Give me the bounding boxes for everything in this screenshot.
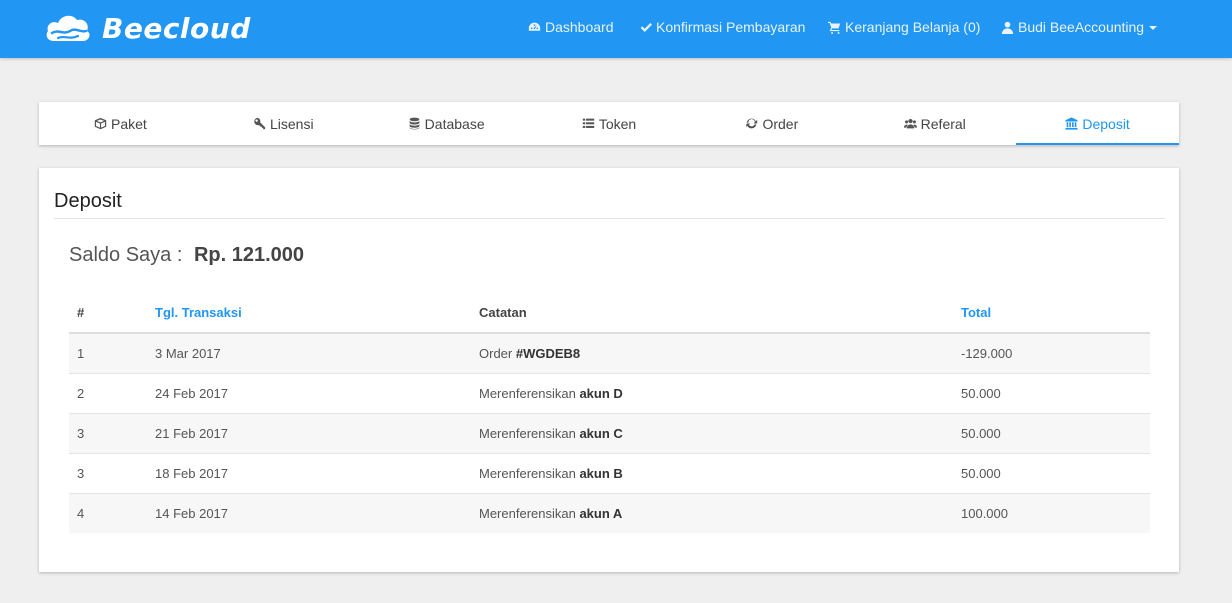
cell-date: 3 Mar 2017	[147, 333, 471, 373]
user-icon	[1001, 21, 1014, 34]
tab-deposit-label: Deposit	[1082, 115, 1130, 132]
chevron-down-icon	[1149, 26, 1158, 30]
cart-icon	[828, 21, 841, 34]
cube-icon	[94, 117, 107, 130]
nav-dashboard-label: Dashboard	[545, 19, 614, 35]
nav-dashboard[interactable]: Dashboard	[528, 19, 614, 35]
tab-paket[interactable]: Paket	[39, 102, 202, 145]
note-text: Merenferensikan	[479, 465, 580, 481]
brand-name: Beecloud	[102, 11, 251, 45]
saldo-summary: Saldo Saya : Rp. 121.000	[69, 244, 304, 267]
saldo-amount: Rp. 121.000	[193, 244, 305, 266]
note-bold: akun A	[579, 505, 623, 521]
column-header-tgl-transaksi[interactable]: Tgl. Transaksi	[147, 293, 471, 334]
nav-keranjang-belanja[interactable]: Keranjang Belanja (0)	[828, 19, 980, 35]
tab-order-label: Order	[762, 115, 799, 132]
table-row: 2 24 Feb 2017 Merenferensikan akun D 50.…	[69, 372, 1150, 413]
deposit-table: # Tgl. Transaksi Catatan Total 1 3 Mar 2…	[69, 293, 1150, 533]
tab-referal-label: Referal	[920, 115, 966, 132]
cell-date: 18 Feb 2017	[147, 452, 471, 493]
cell-number: 1	[69, 333, 147, 373]
note-text: Merenferensikan	[479, 425, 580, 441]
nav-keranjang-label: Keranjang Belanja (0)	[845, 19, 981, 35]
tab-deposit[interactable]: Deposit	[1016, 102, 1179, 145]
refresh-icon	[746, 118, 758, 129]
note-text: Order	[479, 345, 516, 361]
cell-total: 100.000	[953, 492, 1150, 533]
tab-database-label: Database	[424, 115, 485, 132]
table-header-row: # Tgl. Transaksi Catatan Total	[69, 293, 1150, 334]
note-bold: #WGDEB8	[515, 345, 581, 361]
cloud-logo-icon	[46, 15, 90, 41]
cell-number: 3	[69, 452, 147, 493]
tab-token[interactable]: Token	[528, 102, 691, 145]
key-icon	[254, 117, 266, 130]
tab-paket-label: Paket	[111, 115, 147, 132]
dashboard-icon	[528, 22, 541, 31]
cell-number: 2	[69, 372, 147, 413]
bank-icon	[1065, 117, 1078, 130]
page-title: Deposit	[54, 190, 122, 212]
tab-referal[interactable]: Referal	[853, 102, 1016, 145]
cell-note: Order #WGDEB8	[471, 333, 953, 373]
nav-user-label: Budi BeeAccounting	[1018, 19, 1145, 35]
tab-token-label: Token	[598, 115, 637, 132]
cell-date: 14 Feb 2017	[147, 492, 471, 533]
tab-lisensi-label: Lisensi	[269, 115, 314, 132]
note-bold: akun C	[579, 425, 623, 441]
database-icon	[409, 117, 420, 130]
note-text: Merenferensikan	[479, 505, 580, 521]
cell-note: Merenferensikan akun A	[471, 492, 953, 533]
saldo-label: Saldo Saya :	[69, 244, 183, 266]
cell-total: 50.000	[953, 372, 1150, 413]
cell-total: -129.000	[953, 333, 1150, 373]
check-icon	[640, 22, 652, 32]
deposit-panel: Deposit Saldo Saya : Rp. 121.000 # Tgl. …	[39, 168, 1179, 572]
cell-number: 3	[69, 412, 147, 453]
cell-note: Merenferensikan akun B	[471, 452, 953, 493]
note-text: Merenferensikan	[479, 385, 580, 401]
cell-note: Merenferensikan akun D	[471, 372, 953, 413]
nav-user-menu[interactable]: Budi BeeAccounting	[1001, 19, 1158, 35]
title-divider	[54, 218, 1165, 219]
note-bold: akun D	[579, 385, 623, 401]
users-icon	[903, 118, 917, 129]
top-navbar: Beecloud Dashboard Konfirmasi Pembayaran…	[0, 0, 1232, 58]
nav-konfirmasi-pembayaran[interactable]: Konfirmasi Pembayaran	[639, 19, 805, 35]
cell-number: 4	[69, 492, 147, 533]
table-row: 3 21 Feb 2017 Merenferensikan akun C 50.…	[69, 412, 1150, 453]
cell-total: 50.000	[953, 452, 1150, 493]
table-row: 4 14 Feb 2017 Merenferensikan akun A 100…	[69, 492, 1150, 533]
column-header-number: #	[69, 293, 147, 334]
note-bold: akun B	[579, 465, 623, 481]
cell-date: 24 Feb 2017	[147, 372, 471, 413]
table-row: 1 3 Mar 2017 Order #WGDEB8 -129.000	[69, 333, 1150, 373]
cell-date: 21 Feb 2017	[147, 412, 471, 453]
list-icon	[582, 118, 595, 128]
table-row: 3 18 Feb 2017 Merenferensikan akun B 50.…	[69, 452, 1150, 493]
nav-konfirmasi-label: Konfirmasi Pembayaran	[656, 19, 806, 35]
brand-logo[interactable]: Beecloud	[44, 8, 251, 48]
cell-total: 50.000	[953, 412, 1150, 453]
column-header-total[interactable]: Total	[953, 293, 1150, 334]
tab-lisensi[interactable]: Lisensi	[202, 102, 365, 145]
tab-order[interactable]: Order	[690, 102, 853, 145]
cell-note: Merenferensikan akun C	[471, 412, 953, 453]
account-tabs: Paket Lisensi Database Token Order Refer…	[39, 102, 1179, 145]
tab-database[interactable]: Database	[365, 102, 528, 145]
column-header-catatan: Catatan	[471, 293, 953, 334]
